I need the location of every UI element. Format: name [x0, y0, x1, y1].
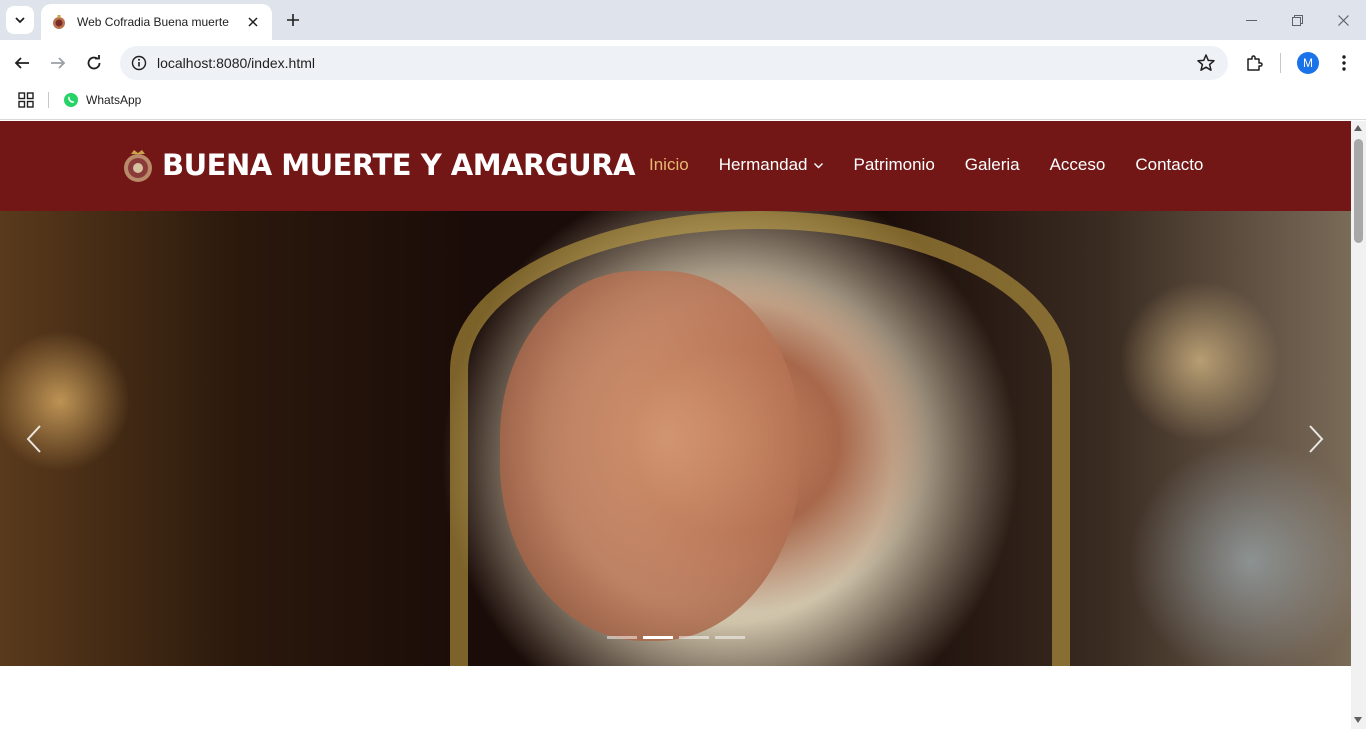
carousel-prev-button[interactable]	[22, 421, 46, 457]
bookmarks-divider	[48, 92, 49, 108]
site-header: BUENA MUERTE Y AMARGURA Inicio Hermandad…	[0, 121, 1351, 211]
hero-carousel	[0, 211, 1351, 666]
forward-button[interactable]	[43, 48, 73, 78]
plus-icon	[287, 14, 299, 26]
star-icon[interactable]	[1196, 53, 1216, 73]
browser-tab[interactable]: Web Cofradia Buena muerte	[41, 4, 272, 40]
close-icon	[248, 17, 258, 27]
nav-item-label: Galeria	[964, 155, 1020, 174]
nav-item-label: Contacto	[1135, 155, 1204, 174]
kebab-menu-icon	[1342, 55, 1346, 71]
chevron-right-icon	[1309, 425, 1324, 453]
scrollbar-thumb[interactable]	[1354, 139, 1363, 243]
new-tab-button[interactable]	[280, 6, 306, 34]
nav-item-label: Patrimonio	[853, 155, 935, 174]
bookmarks-bar: WhatsApp	[0, 86, 1366, 120]
site-brand[interactable]: BUENA MUERTE Y AMARGURA	[162, 148, 636, 182]
bookmark-label: WhatsApp	[86, 93, 142, 107]
nav-item-galeria[interactable]: Galeria	[965, 155, 1020, 175]
toolbar-divider	[1280, 53, 1281, 73]
chevron-down-icon	[15, 17, 25, 24]
browser-toolbar: localhost:8080/index.html M	[0, 40, 1366, 86]
nav-item-acceso[interactable]: Acceso	[1050, 155, 1106, 175]
carousel-indicator-2[interactable]	[643, 636, 673, 639]
apps-grid-icon[interactable]	[18, 92, 34, 108]
close-window-button[interactable]	[1320, 0, 1366, 40]
profile-avatar[interactable]: M	[1297, 52, 1319, 74]
address-bar[interactable]: localhost:8080/index.html	[120, 46, 1228, 80]
whatsapp-icon	[64, 93, 78, 107]
carousel-indicator-4[interactable]	[715, 636, 745, 639]
nav-item-hermandad[interactable]: Hermandad	[719, 155, 824, 175]
scroll-down-arrow-icon[interactable]	[1354, 717, 1362, 723]
bookmark-whatsapp[interactable]: WhatsApp	[64, 89, 141, 111]
restore-button[interactable]	[1274, 0, 1320, 40]
arrow-left-icon	[14, 57, 29, 69]
nav-item-label: Inicio	[649, 155, 689, 174]
main-nav: Inicio Hermandad Patrimonio Galeria Acce…	[649, 155, 1233, 175]
carousel-indicator-3[interactable]	[679, 636, 709, 639]
chevron-down-icon	[813, 162, 823, 168]
tab-title: Web Cofradia Buena muerte	[77, 15, 229, 29]
extensions-button[interactable]	[1239, 48, 1269, 78]
page-scrollbar[interactable]	[1351, 121, 1366, 729]
carousel-indicator-1[interactable]	[607, 636, 637, 639]
reload-icon	[87, 55, 101, 70]
tab-search-button[interactable]	[6, 6, 34, 34]
nav-item-label: Acceso	[1049, 155, 1106, 174]
close-tab-button[interactable]	[244, 13, 262, 31]
carousel-slide-figure	[500, 271, 800, 641]
chevron-left-icon	[26, 425, 41, 453]
restore-icon	[1291, 14, 1303, 26]
nav-item-patrimonio[interactable]: Patrimonio	[854, 155, 935, 175]
nav-item-inicio[interactable]: Inicio	[649, 155, 689, 175]
minimize-icon	[1245, 19, 1257, 21]
url-text: localhost:8080/index.html	[157, 55, 315, 71]
carousel-next-button[interactable]	[1304, 421, 1328, 457]
page-viewport: BUENA MUERTE Y AMARGURA Inicio Hermandad…	[0, 121, 1366, 729]
close-icon	[1337, 14, 1349, 26]
puzzle-icon	[1247, 55, 1263, 71]
minimize-button[interactable]	[1228, 0, 1274, 40]
nav-item-label: Hermandad	[718, 155, 808, 174]
browser-tabstrip: Web Cofradia Buena muerte	[0, 0, 1366, 40]
reload-button[interactable]	[79, 48, 109, 78]
scroll-up-arrow-icon[interactable]	[1354, 125, 1362, 131]
cofradia-emblem-icon[interactable]	[121, 148, 155, 184]
site-info-icon[interactable]	[122, 46, 156, 80]
back-button[interactable]	[7, 48, 37, 78]
arrow-right-icon	[51, 57, 66, 69]
cofradia-emblem-icon	[53, 15, 65, 29]
nav-item-contacto[interactable]: Contacto	[1135, 155, 1203, 175]
carousel-indicators	[607, 636, 751, 639]
browser-menu-button[interactable]	[1329, 48, 1359, 78]
